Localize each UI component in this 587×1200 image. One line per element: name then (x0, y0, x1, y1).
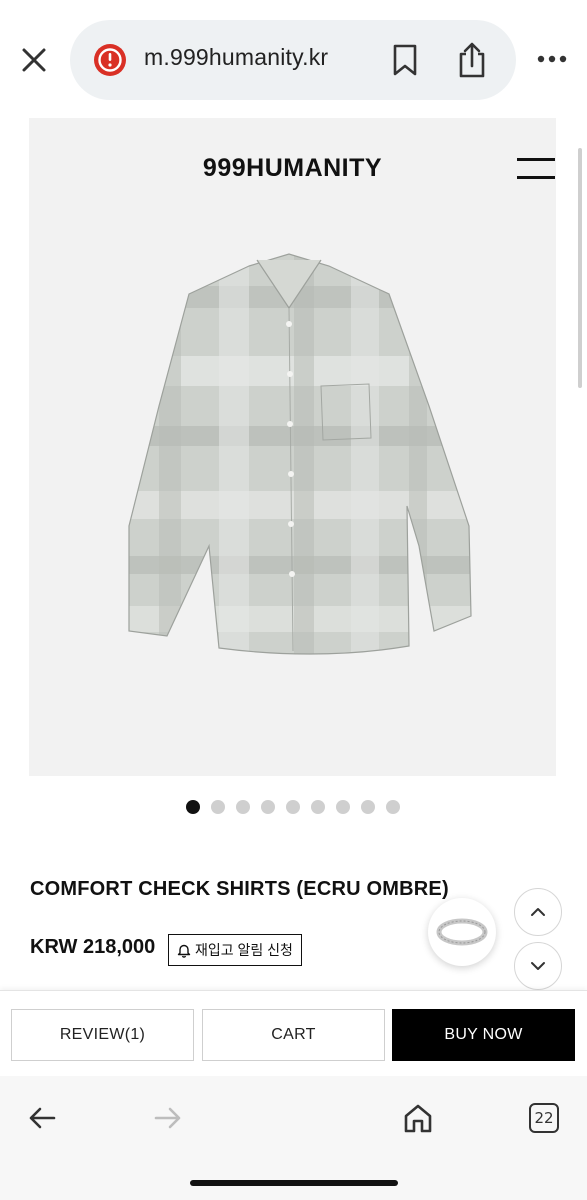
pagination-dot[interactable] (286, 800, 300, 814)
chevron-down-icon (531, 962, 545, 970)
hamburger-icon[interactable] (517, 158, 556, 180)
purchase-action-bar: REVIEW(1) CART BUY NOW (0, 990, 587, 1076)
restock-alert-label: 재입고 알림 신청 (195, 942, 293, 958)
tab-count: 22 (534, 1109, 554, 1127)
buy-now-button[interactable]: BUY NOW (392, 1009, 575, 1061)
pagination-dot[interactable] (261, 800, 275, 814)
back-button[interactable] (20, 1096, 64, 1140)
home-indicator[interactable] (190, 1180, 398, 1186)
pagination-dot[interactable] (236, 800, 250, 814)
review-button[interactable]: REVIEW(1) (11, 1009, 194, 1061)
product-hero-image[interactable]: 999HUMANITY (29, 118, 556, 776)
brand-logo[interactable]: 999HUMANITY (29, 154, 556, 183)
restock-alert-button[interactable]: 재입고 알림 신청 (168, 934, 302, 966)
tabs-icon: 22 (529, 1103, 559, 1133)
scroll-to-top-button[interactable] (514, 888, 562, 936)
share-icon[interactable] (454, 40, 490, 80)
url-text[interactable]: m.999humanity.kr (144, 44, 328, 71)
ring-thumbnail-image (436, 918, 488, 946)
back-arrow-icon (29, 1107, 56, 1129)
forward-arrow-icon (154, 1107, 181, 1129)
cart-button[interactable]: CART (202, 1009, 385, 1061)
close-button[interactable] (14, 42, 54, 78)
gallery-pagination (186, 800, 400, 814)
close-icon (22, 48, 46, 72)
chevron-up-icon (531, 908, 545, 916)
pagination-dot[interactable] (311, 800, 325, 814)
product-shirt-image (128, 253, 472, 655)
address-bar[interactable]: m.999humanity.kr (70, 20, 516, 100)
more-button[interactable] (532, 44, 572, 74)
pagination-dot[interactable] (361, 800, 375, 814)
page-scrollbar[interactable] (578, 148, 582, 388)
bookmark-icon[interactable] (388, 42, 422, 78)
recent-item-thumbnail[interactable] (428, 898, 496, 966)
home-icon (404, 1104, 432, 1133)
tabs-button[interactable]: 22 (522, 1096, 566, 1140)
pagination-dot[interactable] (211, 800, 225, 814)
scroll-to-bottom-button[interactable] (514, 942, 562, 990)
pagination-dot[interactable] (336, 800, 350, 814)
home-button[interactable] (396, 1096, 440, 1140)
pagination-dot-active[interactable] (186, 800, 200, 814)
browser-top-bar: m.999humanity.kr (0, 0, 587, 112)
product-price: KRW 218,000 (30, 936, 156, 958)
product-title: COMFORT CHECK SHIRTS (ECRU OMBRE) (30, 878, 449, 900)
more-dots-icon (537, 55, 567, 63)
pagination-dot[interactable] (386, 800, 400, 814)
not-secure-warning-icon[interactable] (92, 42, 128, 78)
forward-button[interactable] (146, 1096, 190, 1140)
bell-icon (177, 944, 191, 958)
